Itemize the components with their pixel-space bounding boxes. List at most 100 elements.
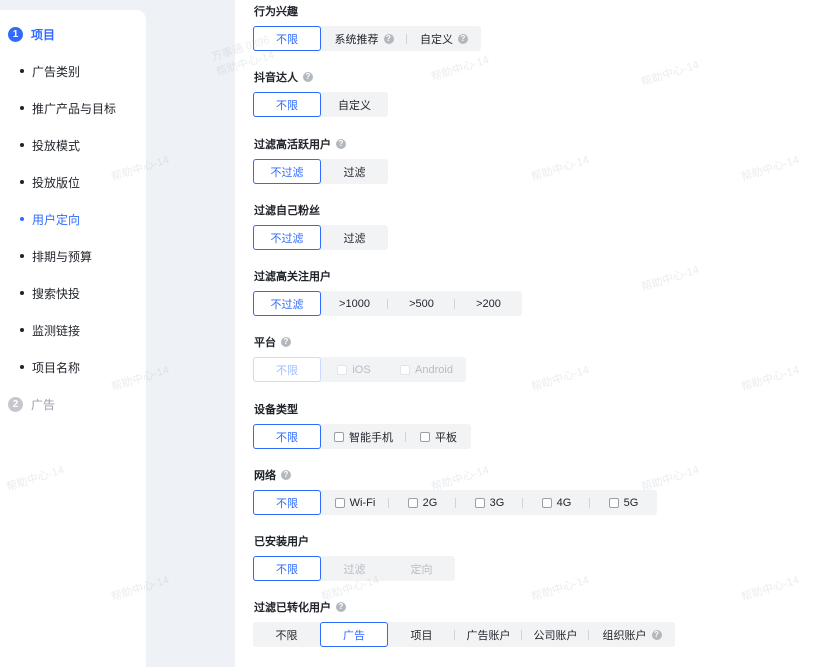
own-fans-option-filter[interactable]: 过滤 bbox=[321, 225, 388, 250]
option-label: 不过滤 bbox=[270, 298, 304, 311]
converted-option-company-account[interactable]: 公司账户 bbox=[522, 622, 589, 647]
platform-option-ios[interactable]: iOS bbox=[321, 357, 387, 382]
high-follow-option-1000[interactable]: >1000 bbox=[321, 291, 388, 316]
converted-segmented: 不限 广告 项目 广告账户 公司账户 组织账户 ? bbox=[253, 622, 675, 647]
platform-title-text: 平台 bbox=[254, 337, 276, 349]
installed-option-target[interactable]: 定向 bbox=[388, 556, 455, 581]
option-label: 不限 bbox=[275, 629, 298, 642]
installed-option-filter[interactable]: 过滤 bbox=[321, 556, 388, 581]
nav-step-project[interactable]: 1 项目 bbox=[0, 24, 55, 44]
bullet-icon bbox=[20, 69, 24, 73]
step-2-badge: 2 bbox=[8, 396, 23, 412]
high-follow-option-200[interactable]: >200 bbox=[455, 291, 522, 316]
question-circle-icon[interactable]: ? bbox=[281, 337, 291, 347]
device-option-phone[interactable]: 智能手机 bbox=[321, 424, 406, 449]
option-label: iOS bbox=[352, 363, 371, 376]
network-title-text: 网络 bbox=[254, 470, 276, 482]
option-label: >1000 bbox=[339, 297, 370, 310]
nav-item-schedule-budget[interactable]: 排期与预算 bbox=[0, 246, 92, 266]
bullet-icon bbox=[20, 217, 24, 221]
option-label: 2G bbox=[422, 496, 438, 509]
converted-option-ad-account[interactable]: 广告账户 bbox=[455, 622, 522, 647]
checkbox-icon bbox=[334, 431, 344, 442]
network-option-3g[interactable]: 3G bbox=[456, 490, 523, 515]
nav-item-targeting[interactable]: 用户定向 bbox=[0, 209, 80, 229]
option-label: 广告 bbox=[343, 629, 365, 642]
own-fans-segmented: 不过滤 过滤 bbox=[253, 225, 388, 250]
step-1-badge: 1 bbox=[8, 26, 23, 42]
nav-item-promo-product[interactable]: 推广产品与目标 bbox=[0, 98, 116, 118]
interest-option-system[interactable]: 系统推荐 ? bbox=[321, 26, 407, 51]
option-label: 不限 bbox=[276, 431, 298, 444]
checkbox-icon bbox=[541, 497, 552, 508]
own-fans-option-nofilter[interactable]: 不过滤 bbox=[253, 225, 321, 250]
douyin-title-text: 抖音达人 bbox=[254, 72, 298, 84]
nav-item-placement[interactable]: 投放版位 bbox=[0, 172, 80, 192]
nav-step-ad[interactable]: 2 广告 bbox=[0, 394, 55, 414]
platform-option-android[interactable]: Android bbox=[387, 357, 466, 382]
high-follow-title: 过滤高关注用户 bbox=[254, 269, 331, 283]
converted-option-ad[interactable]: 广告 bbox=[320, 622, 388, 647]
question-circle-icon[interactable]: ? bbox=[336, 602, 346, 612]
nav-item-label: 推广产品与目标 bbox=[32, 101, 117, 116]
option-label: 项目 bbox=[410, 629, 433, 642]
network-segmented: 不限 Wi-Fi 2G 3G 4G 5G bbox=[253, 490, 657, 515]
active-users-option-nofilter[interactable]: 不过滤 bbox=[253, 159, 321, 184]
active-users-title: 过滤高活跃用户 ? bbox=[254, 137, 346, 151]
nav-step-project-label: 项目 bbox=[31, 27, 56, 42]
network-option-wifi[interactable]: Wi-Fi bbox=[321, 490, 389, 515]
device-option-tablet[interactable]: 平板 bbox=[406, 424, 471, 449]
network-option-unlimited[interactable]: 不限 bbox=[253, 490, 321, 515]
installed-title-text: 已安装用户 bbox=[254, 536, 309, 548]
nav-item-label: 监测链接 bbox=[32, 323, 81, 338]
nav-item-label: 投放版位 bbox=[32, 175, 81, 190]
douyin-option-custom[interactable]: 自定义 bbox=[321, 92, 388, 117]
converted-option-org-account[interactable]: 组织账户 ? bbox=[589, 622, 675, 647]
interest-option-unlimited[interactable]: 不限 bbox=[253, 26, 321, 51]
option-label: 3G bbox=[489, 496, 505, 509]
nav-item-search-fast[interactable]: 搜索快投 bbox=[0, 283, 80, 303]
device-title-text: 设备类型 bbox=[254, 404, 298, 416]
device-title: 设备类型 bbox=[254, 402, 298, 416]
option-label: 不限 bbox=[276, 99, 298, 112]
nav-item-label: 排期与预算 bbox=[32, 249, 93, 264]
option-label: >200 bbox=[476, 297, 501, 310]
network-option-5g[interactable]: 5G bbox=[590, 490, 657, 515]
network-option-4g[interactable]: 4G bbox=[523, 490, 590, 515]
question-circle-icon: ? bbox=[651, 629, 662, 640]
network-option-2g[interactable]: 2G bbox=[389, 490, 456, 515]
high-follow-option-nofilter[interactable]: 不过滤 bbox=[253, 291, 321, 316]
option-label: 不限 bbox=[276, 33, 298, 46]
question-circle-icon[interactable]: ? bbox=[281, 470, 291, 480]
option-label: 自定义 bbox=[420, 33, 453, 46]
option-label: 平板 bbox=[435, 431, 457, 444]
question-circle-icon: ? bbox=[458, 33, 468, 44]
nav-item-label: 用户定向 bbox=[32, 212, 81, 227]
converted-option-unlimited[interactable]: 不限 bbox=[253, 622, 320, 647]
option-label: 组织账户 bbox=[602, 629, 647, 642]
interest-option-custom[interactable]: 自定义 ? bbox=[407, 26, 481, 51]
active-users-option-filter[interactable]: 过滤 bbox=[321, 159, 388, 184]
bullet-icon bbox=[20, 143, 24, 147]
option-label: 不限 bbox=[276, 563, 298, 576]
option-label: 不限 bbox=[276, 497, 298, 510]
question-circle-icon[interactable]: ? bbox=[303, 72, 313, 82]
interest-segmented: 不限 系统推荐 ? 自定义 ? bbox=[253, 26, 481, 51]
platform-option-unlimited[interactable]: 不限 bbox=[253, 357, 321, 382]
converted-option-project[interactable]: 项目 bbox=[388, 622, 455, 647]
douyin-option-unlimited[interactable]: 不限 bbox=[253, 92, 321, 117]
device-option-unlimited[interactable]: 不限 bbox=[253, 424, 321, 449]
option-label: 过滤 bbox=[343, 166, 366, 179]
nav-item-delivery-mode[interactable]: 投放模式 bbox=[0, 135, 80, 155]
converted-title-text: 过滤已转化用户 bbox=[254, 602, 331, 614]
nav-item-tracking-link[interactable]: 监测链接 bbox=[0, 320, 80, 340]
installed-option-unlimited[interactable]: 不限 bbox=[253, 556, 321, 581]
high-follow-option-500[interactable]: >500 bbox=[388, 291, 455, 316]
douyin-segmented: 不限 自定义 bbox=[253, 92, 388, 117]
nav-item-label: 广告类别 bbox=[32, 64, 81, 79]
question-circle-icon[interactable]: ? bbox=[336, 139, 346, 149]
checkbox-icon bbox=[420, 431, 430, 442]
nav-item-project-name[interactable]: 项目名称 bbox=[0, 357, 80, 377]
nav-item-ad-category[interactable]: 广告类别 bbox=[0, 61, 80, 81]
option-label: 广告账户 bbox=[466, 629, 511, 642]
